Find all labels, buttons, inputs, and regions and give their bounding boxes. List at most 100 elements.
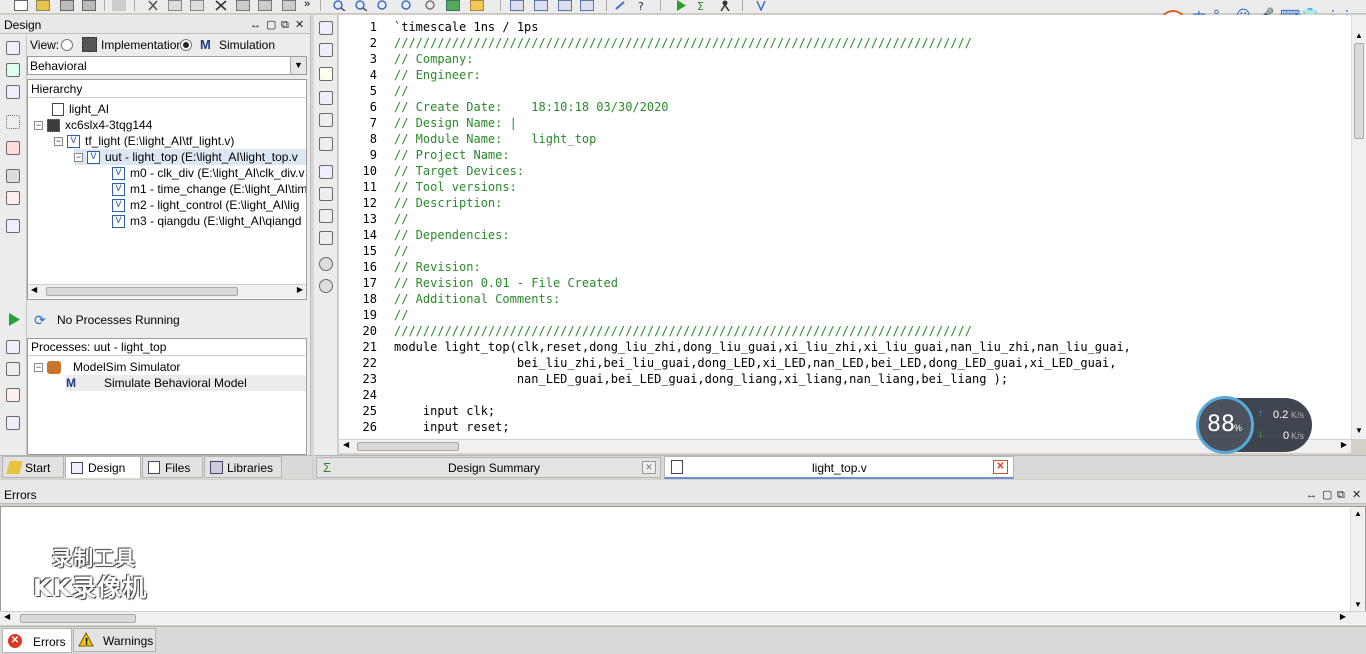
hierarchy-scroll-thumb[interactable] bbox=[46, 287, 238, 296]
help-icon[interactable]: ? bbox=[636, 0, 650, 13]
layout-2-icon[interactable] bbox=[534, 0, 548, 11]
bookmark-clear-icon[interactable] bbox=[319, 231, 333, 245]
bookmark-prev-icon[interactable] bbox=[319, 209, 333, 223]
chevron-down-icon[interactable]: ▼ bbox=[290, 57, 306, 74]
code-line[interactable]: nan_LED_guai,bei_LED_guai,dong_liang,xi_… bbox=[394, 372, 1008, 386]
implementation-radio[interactable] bbox=[61, 39, 73, 51]
run-process-icon[interactable] bbox=[8, 313, 20, 329]
cut-icon[interactable] bbox=[146, 0, 160, 11]
tab-design-summary[interactable]: Σ Design Summary ✕ bbox=[316, 457, 661, 478]
bookmark-next-icon[interactable] bbox=[319, 187, 333, 201]
copy-icon[interactable] bbox=[168, 0, 182, 11]
code-line[interactable]: bei_liu_zhi,bei_liu_guai,dong_LED,xi_LED… bbox=[394, 356, 1117, 370]
errors-hscroll-thumb[interactable] bbox=[20, 614, 136, 623]
collapse-icon[interactable]: − bbox=[54, 137, 63, 147]
insert-template-icon[interactable] bbox=[319, 137, 333, 151]
window-icon[interactable] bbox=[282, 0, 296, 11]
code-line[interactable]: // Module Name: light_top bbox=[394, 132, 596, 146]
process-run-all-icon[interactable] bbox=[6, 362, 20, 376]
report-icon[interactable] bbox=[6, 191, 20, 205]
code-line[interactable]: // bbox=[394, 212, 408, 226]
zoom-icon[interactable] bbox=[424, 0, 438, 11]
network-speed-widget[interactable]: 88 % ↑ 0.2 K/s ↓ 0 K/s bbox=[1196, 396, 1312, 454]
minimize-icon[interactable]: ▢ bbox=[266, 16, 276, 34]
hierarchy-item-uut[interactable]: − Vuut - light_top (E:\light_AI\light_top… bbox=[74, 149, 306, 165]
tab-errors[interactable]: ✕ Errors bbox=[2, 628, 72, 653]
close-tab-icon[interactable]: ✕ bbox=[993, 460, 1008, 474]
layout-1-icon[interactable] bbox=[510, 0, 524, 11]
process-simulate[interactable]: M Simulate Behavioral Model bbox=[66, 375, 306, 391]
code-line[interactable]: input reset; bbox=[394, 420, 510, 434]
tab-start[interactable]: Start bbox=[2, 456, 64, 478]
person-icon[interactable] bbox=[718, 0, 732, 12]
hierarchy-item-m1[interactable]: Vm1 - time_change (E:\light_AI\tim bbox=[112, 181, 306, 197]
delete-icon[interactable] bbox=[214, 0, 228, 11]
code-line[interactable]: // Target Devices: bbox=[394, 164, 524, 178]
paste-icon[interactable] bbox=[190, 0, 204, 11]
new-file-icon[interactable] bbox=[14, 0, 28, 11]
uncomment-icon[interactable] bbox=[319, 91, 333, 105]
scroll-up-icon[interactable]: ▲ bbox=[1354, 509, 1362, 518]
help-arrow-icon[interactable] bbox=[754, 0, 768, 12]
scroll-down-icon[interactable]: ▼ bbox=[1355, 426, 1363, 435]
code-line[interactable]: // bbox=[394, 244, 408, 258]
code-line[interactable]: module light_top(clk,reset,dong_liu_zhi,… bbox=[394, 340, 1131, 354]
hierarchy-hscrollbar[interactable]: ◀ ▶ bbox=[28, 284, 306, 298]
print-icon[interactable] bbox=[112, 0, 126, 11]
tab-libraries[interactable]: Libraries bbox=[204, 456, 282, 478]
open-folder-icon[interactable] bbox=[36, 0, 50, 11]
editor-vscroll-thumb[interactable] bbox=[1354, 43, 1364, 139]
outdent-icon[interactable] bbox=[319, 43, 333, 57]
simulation-radio[interactable] bbox=[180, 39, 192, 51]
highlight-icon[interactable] bbox=[470, 0, 484, 11]
process-stop-icon[interactable] bbox=[6, 388, 20, 402]
layout-3-icon[interactable] bbox=[558, 0, 572, 11]
close-tab-icon[interactable]: ✕ bbox=[642, 461, 656, 474]
close-icon[interactable]: ✕ bbox=[295, 16, 304, 34]
process-properties-icon[interactable] bbox=[6, 340, 20, 354]
collapse-icon[interactable]: − bbox=[34, 121, 43, 131]
code-line[interactable]: // Dependencies: bbox=[394, 228, 510, 242]
hierarchy-item-tf-light[interactable]: − Vtf_light (E:\light_AI\tf_light.v) bbox=[54, 133, 234, 149]
save-all-icon[interactable] bbox=[82, 0, 96, 11]
scroll-up-icon[interactable]: ▲ bbox=[1355, 31, 1363, 40]
back-icon[interactable] bbox=[319, 257, 333, 271]
restore-icon[interactable]: ⧉ bbox=[1337, 486, 1345, 504]
hierarchy-item-m2[interactable]: Vm2 - light_control (E:\light_AI\lig bbox=[112, 197, 306, 213]
code-editor[interactable]: 1 `timescale 1ns / 1ps 2//////////////////… bbox=[339, 15, 1351, 439]
tab-design[interactable]: Design bbox=[65, 456, 141, 478]
editor-hscrollbar[interactable]: ◀ ▶ bbox=[339, 439, 1351, 453]
scroll-left-icon[interactable]: ◀ bbox=[343, 440, 349, 449]
table-icon[interactable] bbox=[6, 219, 20, 233]
add-source-icon[interactable] bbox=[6, 63, 20, 77]
code-line[interactable]: // Description: bbox=[394, 196, 502, 210]
scroll-down-icon[interactable]: ▼ bbox=[1354, 600, 1362, 609]
new-source-icon[interactable] bbox=[6, 41, 20, 55]
behavior-select[interactable]: Behavioral ▼ bbox=[27, 56, 307, 75]
minimize-icon[interactable]: ▢ bbox=[1322, 486, 1332, 504]
implementation-label[interactable]: Implementation bbox=[101, 38, 183, 52]
simulation-label[interactable]: Simulation bbox=[219, 38, 275, 52]
forward-icon[interactable] bbox=[319, 279, 333, 293]
replace-icon[interactable] bbox=[400, 0, 414, 11]
redo-icon[interactable] bbox=[258, 0, 272, 11]
rerun-icon[interactable]: ⟳ bbox=[34, 312, 46, 329]
close-icon[interactable]: ✕ bbox=[1352, 486, 1361, 504]
code-line[interactable]: // Engineer: bbox=[394, 68, 481, 82]
layout-4-icon[interactable] bbox=[580, 0, 594, 11]
hierarchy-item-m3[interactable]: Vm3 - qiangdu (E:\light_AI\qiangd bbox=[112, 213, 306, 229]
code-line[interactable]: input clk; bbox=[394, 404, 495, 418]
code-line[interactable]: // Company: bbox=[394, 52, 473, 66]
code-line[interactable]: // Revision: bbox=[394, 260, 481, 274]
find-next-icon[interactable] bbox=[354, 0, 368, 12]
float-icon[interactable]: ↔ bbox=[1306, 486, 1317, 504]
collapse-icon[interactable]: − bbox=[34, 363, 43, 373]
save-icon[interactable] bbox=[60, 0, 74, 11]
tab-light-top[interactable]: light_top.v ✕ bbox=[664, 456, 1014, 479]
code-line[interactable]: // Tool versions: bbox=[394, 180, 517, 194]
format-icon[interactable] bbox=[319, 113, 333, 127]
code-line[interactable]: // Design Name: | bbox=[394, 116, 517, 130]
indent-icon[interactable] bbox=[319, 21, 333, 35]
process-table-icon[interactable] bbox=[6, 416, 20, 430]
scroll-right-icon[interactable]: ▶ bbox=[297, 285, 303, 294]
